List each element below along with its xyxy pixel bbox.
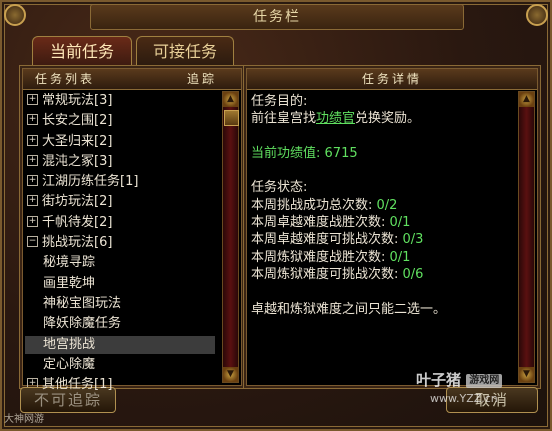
status-label: 任务状态: <box>251 180 308 196</box>
track-column-label: 追踪 <box>186 72 217 86</box>
task-list-panel: 任务列表 追踪 + 常规玩法[3] + 长安之围[2] + 大圣归来[2] + 混沌之冢[3]… <box>22 68 242 392</box>
collapse-icon[interactable]: − <box>27 236 38 248</box>
task-list-title: 任务列表 <box>35 72 96 86</box>
window-title: 任务栏 <box>90 4 464 30</box>
tab-current-tasks[interactable]: 当前任务 <box>32 36 132 67</box>
scroll-down-icon[interactable]: ▼ <box>519 367 534 382</box>
status-line-value: 0/3 <box>402 232 424 248</box>
watermark-site-name: 叶子猪 <box>416 371 462 389</box>
task-label: 千帆待发[2] <box>42 214 113 230</box>
task-row[interactable]: 降妖除魔任务 <box>27 314 217 334</box>
task-category-row[interactable]: − 挑战玩法[6] <box>27 233 217 253</box>
task-category-row[interactable]: + 大圣归来[2] <box>27 132 217 152</box>
status-list: 本周挑战成功总次数: 0/2 本周卓越难度战胜次数: 0/1 本周卓越难度可挑战次数… <box>251 197 513 283</box>
task-category-row[interactable]: + 千帆待发[2] <box>27 213 217 233</box>
task-label: 长安之围[2] <box>42 113 113 129</box>
task-row[interactable]: 神秘宝图玩法 <box>27 294 217 314</box>
merit-value: 6715 <box>324 145 358 161</box>
goal-suffix: 兑换奖励。 <box>355 111 421 127</box>
scroll-thumb[interactable] <box>224 110 239 126</box>
task-note: 卓越和炼狱难度之间只能二选一。 <box>251 301 447 317</box>
npc-link[interactable]: 功绩官 <box>316 111 355 126</box>
scroll-up-icon[interactable]: ▲ <box>519 92 534 107</box>
task-category-row[interactable]: + 街坊玩法[2] <box>27 192 217 212</box>
tab-available-tasks[interactable]: 可接任务 <box>136 36 234 67</box>
goal-prefix: 前往皇宫找 <box>251 111 317 127</box>
corner-ornament-icon <box>526 4 548 26</box>
status-line-label: 本周卓越难度可挑战次数: <box>251 232 399 248</box>
goal-text: 前往皇宫找功绩官兑换奖励。 <box>251 110 513 127</box>
task-category-row[interactable]: + 常规玩法[3] <box>27 91 217 111</box>
task-list-header: 任务列表 追踪 <box>23 69 241 90</box>
task-label: 挑战玩法[6] <box>42 235 113 251</box>
status-line: 本周炼狱难度战胜次数: 0/1 <box>251 249 513 266</box>
watermark-url: www.YZZ.cn <box>430 392 498 405</box>
task-tree: + 常规玩法[3] + 长安之围[2] + 大圣归来[2] + 混沌之冢[3] + 江湖历练任务[… <box>25 91 217 395</box>
task-detail-panel: 任务详情 任务目的: 前往皇宫找功绩官兑换奖励。 当前功绩值: 6715 任务状… <box>246 68 538 386</box>
status-line-label: 本周挑战成功总次数: <box>251 197 373 213</box>
task-list-scrollbar[interactable]: ▲ ▼ <box>222 91 239 383</box>
task-label: 地宫挑战 <box>43 336 96 352</box>
scroll-down-icon[interactable]: ▼ <box>223 367 238 382</box>
task-label: 街坊玩法[2] <box>42 194 113 210</box>
task-category-row[interactable]: + 长安之围[2] <box>27 111 217 131</box>
status-line-value: 0/1 <box>389 215 411 231</box>
task-label: 神秘宝图玩法 <box>43 295 122 311</box>
site-watermark: 叶子猪 游戏网 <box>416 368 503 392</box>
task-category-row[interactable]: + 混沌之冢[3] <box>27 152 217 172</box>
status-line-value: 0/1 <box>389 249 411 265</box>
task-row[interactable]: 秘境寻踪 <box>27 253 217 273</box>
expand-icon[interactable]: + <box>27 215 38 227</box>
task-detail-body: 任务目的: 前往皇宫找功绩官兑换奖励。 当前功绩值: 6715 任务状态: 本周… <box>251 93 513 318</box>
expand-icon[interactable]: + <box>27 175 38 187</box>
status-line: 本周挑战成功总次数: 0/2 <box>251 197 513 214</box>
task-label: 其他任务[1] <box>42 377 113 393</box>
task-label: 画里乾坤 <box>43 275 96 291</box>
expand-icon[interactable]: + <box>27 114 38 126</box>
task-row[interactable]: 定心除魔 <box>27 355 217 375</box>
status-line-label: 本周炼狱难度可挑战次数: <box>251 266 399 282</box>
task-label: 混沌之冢[3] <box>42 153 113 169</box>
goal-label: 任务目的: <box>251 94 308 109</box>
corner-ornament-icon <box>4 4 26 26</box>
status-line-value: 0/2 <box>376 197 398 213</box>
watermark-badge: 游戏网 <box>466 373 503 388</box>
expand-icon[interactable]: + <box>27 134 38 146</box>
merit-line: 当前功绩值: 6715 <box>251 145 513 162</box>
task-category-row[interactable]: + 江湖历练任务[1] <box>27 172 217 192</box>
task-row[interactable]: 画里乾坤 <box>27 274 217 294</box>
expand-icon[interactable]: + <box>27 94 38 105</box>
status-line-label: 本周炼狱难度战胜次数: <box>251 249 386 265</box>
task-detail-scrollbar[interactable]: ▲ ▼ <box>518 91 535 383</box>
merit-label: 当前功绩值: <box>251 145 321 161</box>
scroll-up-icon[interactable]: ▲ <box>223 92 238 107</box>
status-line-label: 本周卓越难度战胜次数: <box>251 215 386 231</box>
task-detail-title: 任务详情 <box>361 72 422 86</box>
status-line: 本周卓越难度可挑战次数: 0/3 <box>251 231 513 248</box>
task-label: 降妖除魔任务 <box>43 316 122 332</box>
task-label: 江湖历练任务[1] <box>42 174 139 190</box>
task-detail-header: 任务详情 <box>247 69 537 90</box>
expand-icon[interactable]: + <box>27 154 38 166</box>
task-label: 定心除魔 <box>43 356 96 372</box>
task-row[interactable]: 地宫挑战 <box>25 335 217 355</box>
status-line-value: 0/6 <box>402 266 424 282</box>
watermark-bottom-left: 大神网游 <box>4 414 44 425</box>
status-line: 本周卓越难度战胜次数: 0/1 <box>251 214 513 231</box>
expand-icon[interactable]: + <box>27 195 38 207</box>
status-line: 本周炼狱难度可挑战次数: 0/6 <box>251 266 513 283</box>
task-label: 秘境寻踪 <box>43 255 96 271</box>
task-label: 大圣归来[2] <box>42 133 113 149</box>
task-label: 常规玩法[3] <box>42 93 113 108</box>
